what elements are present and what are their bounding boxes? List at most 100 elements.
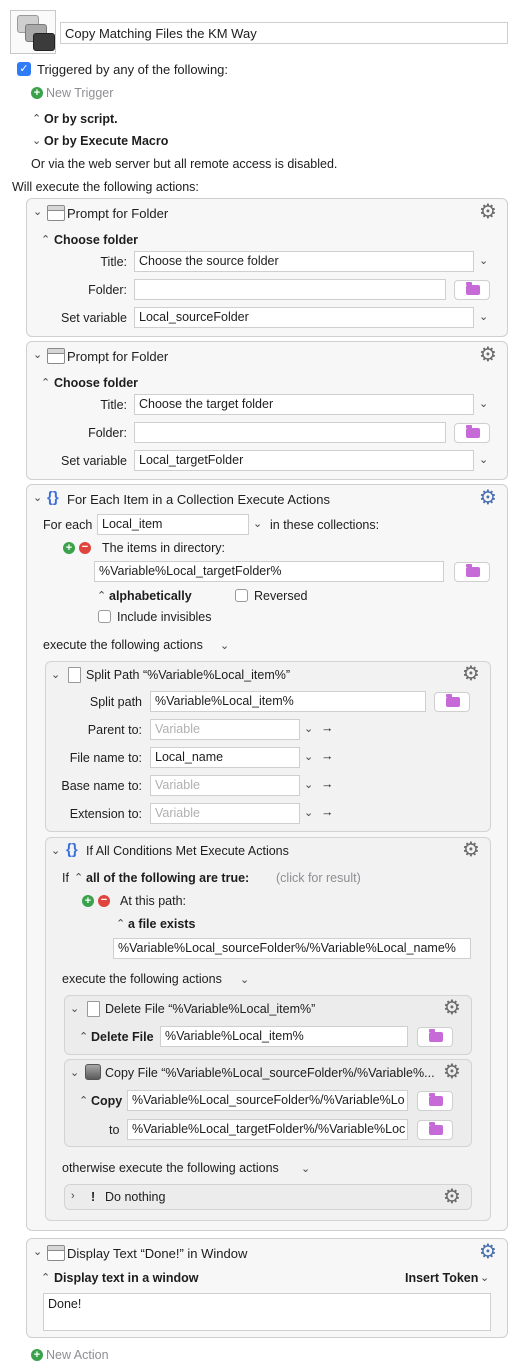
folder-picker-button[interactable] (454, 280, 490, 300)
mode-popup[interactable]: Choose folder (54, 376, 138, 390)
add-action-icon[interactable]: + (31, 1349, 43, 1361)
folder-picker-button[interactable] (417, 1027, 453, 1047)
folder-picker-button[interactable] (454, 423, 490, 443)
action-split-path[interactable]: ⌄ Split Path “%Variable%Local_item%” ⚙ S… (45, 661, 491, 832)
folder-picker-button[interactable] (434, 692, 470, 712)
expand-chevron-icon[interactable]: › (71, 1190, 75, 1202)
delete-path-input[interactable]: %Variable%Local_item% (160, 1026, 408, 1047)
gear-icon[interactable]: ⚙ (462, 664, 480, 684)
or-by-execute-macro-toggle[interactable]: Or by Execute Macro (44, 134, 168, 148)
gear-icon[interactable]: ⚙ (479, 488, 497, 508)
split-path-input[interactable]: %Variable%Local_item% (150, 691, 426, 712)
action-copy-file[interactable]: ⌄ Copy File “%Variable%Local_sourceFolde… (64, 1059, 472, 1147)
include-invisibles-checkbox[interactable] (98, 610, 111, 623)
folder-picker-button[interactable] (417, 1120, 453, 1140)
remove-condition-icon[interactable]: − (98, 895, 110, 907)
execute-label: execute the following actions (43, 638, 203, 652)
basename-input[interactable]: Variable (150, 775, 300, 796)
triggered-checkbox[interactable]: ✓ (17, 62, 31, 76)
action-prompt-folder-source[interactable]: ⌄ Prompt for Folder ⚙ ⌃ Choose folder Ti… (26, 198, 508, 337)
chevron-down-icon[interactable]: ⌄ (304, 806, 313, 819)
add-condition-icon[interactable]: + (82, 895, 94, 907)
or-by-script-toggle[interactable]: Or by script. (44, 112, 118, 126)
reversed-checkbox[interactable] (235, 589, 248, 602)
web-server-note: Or via the web server but all remote acc… (31, 157, 338, 171)
collapse-chevron-icon[interactable]: ⌄ (70, 1066, 79, 1079)
new-action-link[interactable]: New Action (46, 1348, 109, 1362)
chevron-down-icon[interactable]: ⌄ (479, 453, 488, 466)
gear-icon[interactable]: ⚙ (443, 998, 461, 1018)
path-condition-popup[interactable]: a file exists (128, 917, 195, 931)
set-variable-input[interactable]: Local_targetFolder (134, 450, 474, 471)
action-for-each[interactable]: ⌄ {} For Each Item in a Collection Execu… (26, 484, 508, 1231)
chevron-down-icon[interactable]: ⌄ (479, 254, 488, 267)
chevron-down-icon[interactable]: ⌄ (304, 750, 313, 763)
gear-icon[interactable]: ⚙ (479, 202, 497, 222)
basename-label: Base name to: (61, 779, 142, 793)
sort-popup[interactable]: alphabetically (109, 589, 192, 603)
item-variable-input[interactable]: Local_item (97, 514, 249, 535)
arrow-right-icon[interactable]: → (321, 749, 334, 763)
collapse-chevron-icon[interactable]: ⌄ (51, 844, 60, 857)
folder-icon (429, 1029, 443, 1042)
action-do-nothing[interactable]: › ! Do nothing ⚙ (64, 1184, 472, 1210)
new-trigger-link[interactable]: New Trigger (46, 86, 113, 100)
add-collection-icon[interactable]: + (63, 542, 75, 554)
title-input[interactable]: Choose the target folder (134, 394, 474, 415)
delete-mode-popup[interactable]: Delete File (91, 1030, 154, 1044)
gear-icon[interactable]: ⚙ (462, 840, 480, 860)
copy-destination-input[interactable]: %Variable%Local_targetFolder%/%Variable%… (127, 1119, 408, 1140)
click-for-result[interactable]: (click for result) (276, 871, 361, 885)
collapse-chevron-icon[interactable]: ⌄ (70, 1002, 79, 1015)
folder-input[interactable] (134, 279, 446, 300)
add-trigger-icon[interactable]: + (31, 87, 43, 99)
collapse-chevron-icon[interactable]: ⌄ (51, 668, 60, 681)
chevron-down-icon[interactable]: ⌄ (304, 778, 313, 791)
condition-path-input[interactable]: %Variable%Local_sourceFolder%/%Variable%… (113, 938, 471, 959)
reversed-label: Reversed (254, 589, 308, 603)
chevron-down-icon[interactable]: ⌄ (220, 639, 229, 652)
action-if-all-conditions[interactable]: ⌄ {} If All Conditions Met Execute Actio… (45, 837, 491, 1221)
action-prompt-folder-target[interactable]: ⌄ Prompt for Folder ⚙ ⌃ Choose folder Ti… (26, 341, 508, 480)
action-delete-file[interactable]: ⌄ Delete File “%Variable%Local_item%” ⚙ … (64, 995, 472, 1055)
arrow-right-icon[interactable]: → (321, 777, 334, 791)
if-label: If (62, 871, 69, 885)
filename-input[interactable]: Local_name (150, 747, 300, 768)
gear-icon[interactable]: ⚙ (479, 345, 497, 365)
extension-input[interactable]: Variable (150, 803, 300, 824)
mode-popup[interactable]: Choose folder (54, 233, 138, 247)
chevron-down-icon[interactable]: ⌄ (479, 397, 488, 410)
parent-input[interactable]: Variable (150, 719, 300, 740)
folder-picker-button[interactable] (417, 1091, 453, 1111)
condition-mode-popup[interactable]: all of the following are true: (86, 871, 249, 885)
title-input[interactable]: Choose the source folder (134, 251, 474, 272)
chevron-down-icon[interactable]: ⌄ (240, 973, 249, 986)
arrow-right-icon[interactable]: → (321, 805, 334, 819)
copy-source-input[interactable]: %Variable%Local_sourceFolder%/%Variable%… (127, 1090, 408, 1111)
display-mode-popup[interactable]: Display text in a window (54, 1271, 198, 1285)
collapse-chevron-icon[interactable]: ⌄ (33, 491, 42, 504)
folder-input[interactable] (134, 422, 446, 443)
collapse-chevron-icon[interactable]: ⌄ (33, 1245, 42, 1258)
directory-input[interactable]: %Variable%Local_targetFolder% (94, 561, 444, 582)
display-text-area[interactable]: Done! (43, 1293, 491, 1331)
action-display-text[interactable]: ⌄ Display Text “Done!” in Window ⚙ ⌃ Dis… (26, 1238, 508, 1338)
remove-collection-icon[interactable]: − (79, 542, 91, 554)
macro-name-field[interactable]: Copy Matching Files the KM Way (60, 22, 508, 44)
gear-icon[interactable]: ⚙ (443, 1187, 461, 1207)
folder-picker-button[interactable] (454, 562, 490, 582)
insert-token-menu[interactable]: Insert Token (405, 1271, 478, 1285)
collapse-chevron-icon[interactable]: ⌄ (33, 348, 42, 361)
chevron-down-icon[interactable]: ⌄ (301, 1162, 310, 1175)
chevron-down-icon[interactable]: ⌄ (479, 310, 488, 323)
copy-mode-popup[interactable]: Copy (91, 1094, 122, 1108)
chevron-down-icon[interactable]: ⌄ (304, 722, 313, 735)
gear-icon[interactable]: ⚙ (479, 1242, 497, 1262)
chevron-down-icon[interactable]: ⌄ (480, 1271, 489, 1284)
collapse-chevron-icon[interactable]: ⌄ (33, 205, 42, 218)
chevron-down-icon[interactable]: ⌄ (253, 517, 262, 530)
gear-icon[interactable]: ⚙ (443, 1062, 461, 1082)
arrow-right-icon[interactable]: → (321, 721, 334, 735)
window-icon (47, 205, 65, 221)
set-variable-input[interactable]: Local_sourceFolder (134, 307, 474, 328)
